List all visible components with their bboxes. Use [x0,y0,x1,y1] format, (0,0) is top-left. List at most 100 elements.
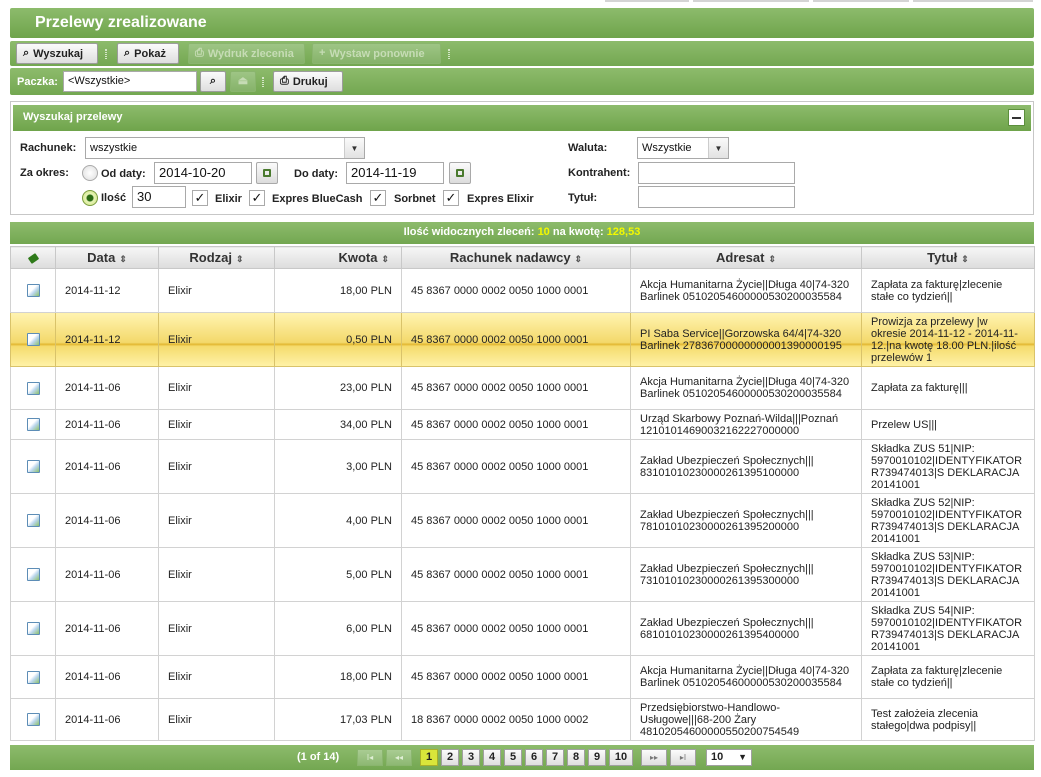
cell-type: Elixir [158,655,275,699]
cell-title: Składka ZUS 51|NIP: 5970010102|IDENTYFIK… [861,439,1035,494]
cell-amount: 18,00 PLN [274,268,402,313]
page-button-6[interactable]: 6 [525,749,543,766]
table-row[interactable]: 2014-11-06 Elixir 18,00 PLN 45 8367 0000 00… [10,655,1035,699]
sorbnet-label: Sorbnet [394,193,436,205]
expres-elixir-checkbox[interactable]: ✓ [443,190,459,206]
search-panel-header: Wyszukaj przelewy [13,105,1031,131]
row-icon-cell[interactable] [10,268,56,313]
currency-select[interactable]: Wszystkie ▼ [637,137,729,159]
row-icon-cell[interactable] [10,698,56,741]
date-from-calendar-button[interactable] [256,162,278,184]
row-icon-cell[interactable] [10,601,56,656]
printer-icon: ⎙ [195,47,204,59]
collapse-button[interactable] [1008,109,1025,126]
previous-page-button[interactable]: ◂◂ [386,749,412,766]
page-button-8[interactable]: 8 [567,749,585,766]
sort-icon: ⇕ [768,254,776,264]
table-row[interactable]: 2014-11-06 Elixir 17,03 PLN 18 8367 0000 00… [10,698,1035,741]
date-range-radio[interactable] [82,165,98,181]
page-button-7[interactable]: 7 [546,749,564,766]
rows-per-page-select[interactable]: 10 ▼ [706,749,752,766]
row-icon-cell[interactable] [10,312,56,367]
table-row[interactable]: 2014-11-06 Elixir 6,00 PLN 45 8367 0000 000… [10,601,1035,656]
cell-type: Elixir [158,493,275,548]
column-header-recipient[interactable]: Adresat ⇕ [630,246,862,269]
next-page-button[interactable]: ▸▸ [641,749,667,766]
plus-icon: + [319,47,326,59]
toolbar-separator [105,49,107,59]
elixir-checkbox[interactable]: ✓ [192,190,208,206]
page-button-4[interactable]: 4 [483,749,501,766]
row-icon-cell[interactable] [10,439,56,494]
page-button-9[interactable]: 9 [588,749,606,766]
cell-date: 2014-11-06 [55,409,159,440]
cell-date: 2014-11-06 [55,493,159,548]
search-button[interactable]: ⌕ Wyszukaj [16,43,98,64]
table-row[interactable]: 2014-11-12 Elixir 18,00 PLN 45 8367 0000 00… [10,268,1035,313]
column-header-date[interactable]: Data ⇕ [55,246,159,269]
summary-bar: Ilość widocznych zleceń: 10 na kwotę: 12… [10,222,1034,244]
cell-recipient: Przedsiębiorstwo-Handlowo-Usługowe|||68-… [630,698,862,741]
document-icon [26,418,40,431]
table-row[interactable]: 2014-11-06 Elixir 4,00 PLN 45 8367 0000 000… [10,493,1035,548]
table-row[interactable]: 2014-11-12 Elixir 0,50 PLN 45 8367 0000 000… [10,312,1035,367]
title-filter-input[interactable] [638,186,795,208]
cell-date: 2014-11-06 [55,439,159,494]
row-icon-cell[interactable] [10,655,56,699]
sorbnet-checkbox[interactable]: ✓ [370,190,386,206]
sort-icon: ⇕ [574,254,583,264]
first-page-button[interactable]: I◂ [357,749,383,766]
magnifier-icon: ⌕ [23,47,30,59]
cell-recipient: Urząd Skarbowy Poznań-Wilda|||Poznań 121… [630,409,862,440]
cell-recipient: Zakład Ubezpieczeń Społecznych||| 681010… [630,601,862,656]
cell-date: 2014-11-12 [55,268,159,313]
print-order-button[interactable]: ⎙ Wydruk zlecenia [188,43,305,64]
row-icon-cell[interactable] [10,409,56,440]
column-header-title[interactable]: Tytuł ⇕ [861,246,1035,269]
action-toolbar: ⌕ Wyszukaj ⌕ Pokaż ⎙ Wydruk zlecenia + W… [10,41,1034,66]
page-button-5[interactable]: 5 [504,749,522,766]
table-row[interactable]: 2014-11-06 Elixir 3,00 PLN 45 8367 0000 000… [10,439,1035,494]
column-header-sender-account[interactable]: Rachunek nadawcy ⇕ [401,246,631,269]
date-from-input[interactable]: 2014-10-20 [154,162,252,184]
contractor-input[interactable] [638,162,795,184]
reissue-button[interactable]: + Wystaw ponownie [312,43,441,64]
package-label: Paczka: [17,76,58,88]
cell-date: 2014-11-06 [55,366,159,410]
column-header-amount[interactable]: Kwota ⇕ [274,246,402,269]
cell-type: Elixir [158,312,275,367]
count-radio[interactable] [82,190,98,206]
page-button-3[interactable]: 3 [462,749,480,766]
show-button[interactable]: ⌕ Pokaż [117,43,179,64]
row-icon-cell[interactable] [10,547,56,602]
account-select[interactable]: wszystkie ▼ [85,137,365,159]
table-row[interactable]: 2014-11-06 Elixir 34,00 PLN 45 8367 0000 00… [10,409,1035,440]
tag-column-header[interactable] [10,246,56,269]
column-header-type[interactable]: Rodzaj ⇕ [158,246,275,269]
page-button-1[interactable]: 1 [420,749,438,766]
row-icon-cell[interactable] [10,366,56,410]
package-up-button[interactable]: ⏏ [230,71,256,92]
last-page-button[interactable]: ▸I [670,749,696,766]
cell-title: Zapłata za fakturę|zlecenie stałe co tyd… [861,268,1035,313]
page-button-10[interactable]: 10 [609,749,633,766]
cell-sender-account: 45 8367 0000 0002 0050 1000 0001 [401,409,631,440]
count-input[interactable]: 30 [132,186,186,208]
package-search-button[interactable]: ⌕ [200,71,226,92]
row-icon-cell[interactable] [10,493,56,548]
visible-count-label: Ilość widocznych zleceń: [403,226,535,238]
tag-icon [27,253,39,264]
date-to-input[interactable]: 2014-11-19 [346,162,444,184]
table-row[interactable]: 2014-11-06 Elixir 23,00 PLN 45 8367 0000 00… [10,366,1035,410]
sort-icon: ⇕ [119,254,127,264]
page-button-2[interactable]: 2 [441,749,459,766]
package-input[interactable]: <Wszystkie> [63,71,197,92]
print-button[interactable]: ⎙ Drukuj [273,71,343,92]
document-icon [26,460,40,473]
cell-date: 2014-11-06 [55,698,159,741]
table-row[interactable]: 2014-11-06 Elixir 5,00 PLN 45 8367 0000 000… [10,547,1035,602]
date-to-calendar-button[interactable] [449,162,471,184]
cell-type: Elixir [158,698,275,741]
expres-bluecash-checkbox[interactable]: ✓ [249,190,265,206]
minus-icon [1012,116,1021,119]
